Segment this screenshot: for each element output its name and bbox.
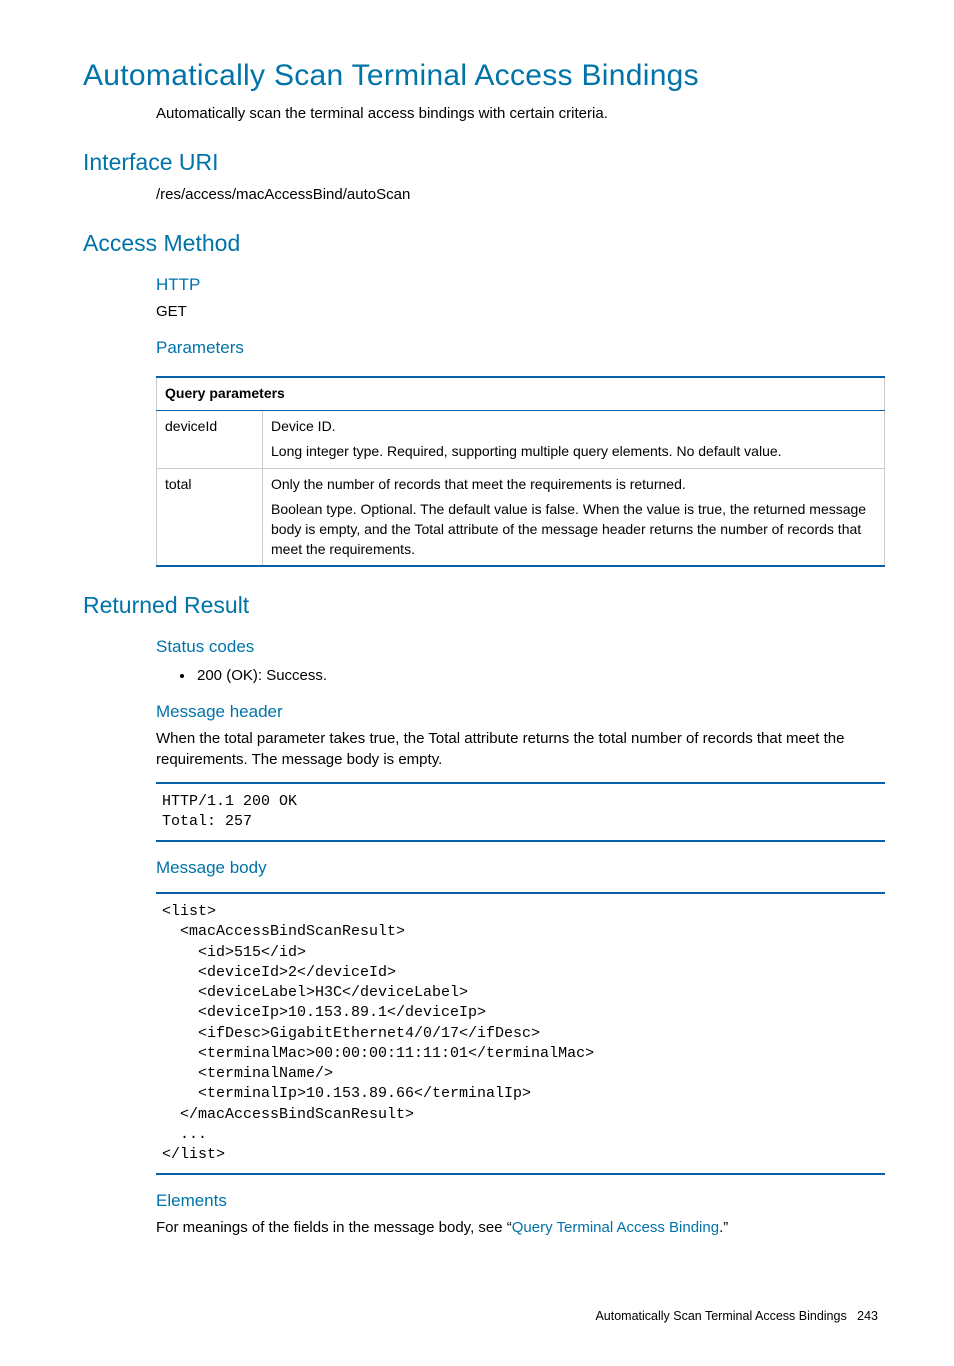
message-header-code: HTTP/1.1 200 OK Total: 257 [156,782,885,843]
list-item: 200 (OK): Success. [195,665,886,686]
elements-heading: Elements [156,1189,886,1213]
table-row: total Only the number of records that me… [157,468,885,566]
parameters-heading: Parameters [156,336,886,360]
elements-text: For meanings of the fields in the messag… [156,1217,886,1238]
status-codes-heading: Status codes [156,635,886,659]
page-intro: Automatically scan the terminal access b… [156,103,886,124]
section-access-method: Access Method [83,227,886,259]
table-row: deviceId Device ID. Long integer type. R… [157,410,885,468]
param-desc: Only the number of records that meet the… [263,468,885,566]
section-interface-uri: Interface URI [83,146,886,178]
message-header-heading: Message header [156,700,886,724]
status-codes-list: 200 (OK): Success. [195,665,886,686]
section-returned-result: Returned Result [83,589,886,621]
page-title: Automatically Scan Terminal Access Bindi… [83,55,886,97]
page-footer: Automatically Scan Terminal Access Bindi… [83,1308,886,1326]
table-header: Query parameters [157,377,885,410]
param-name: deviceId [157,410,263,468]
message-header-text: When the total parameter takes true, the… [156,728,886,770]
message-body-heading: Message body [156,856,886,880]
param-name: total [157,468,263,566]
elements-link[interactable]: Query Terminal Access Binding [512,1219,719,1236]
http-heading: HTTP [156,273,886,297]
interface-uri-value: /res/access/macAccessBind/autoScan [156,184,886,205]
http-value: GET [156,301,886,322]
message-body-code: <list> <macAccessBindScanResult> <id>515… [156,892,885,1175]
query-parameters-table: Query parameters deviceId Device ID. Lon… [156,376,885,567]
param-desc: Device ID. Long integer type. Required, … [263,410,885,468]
